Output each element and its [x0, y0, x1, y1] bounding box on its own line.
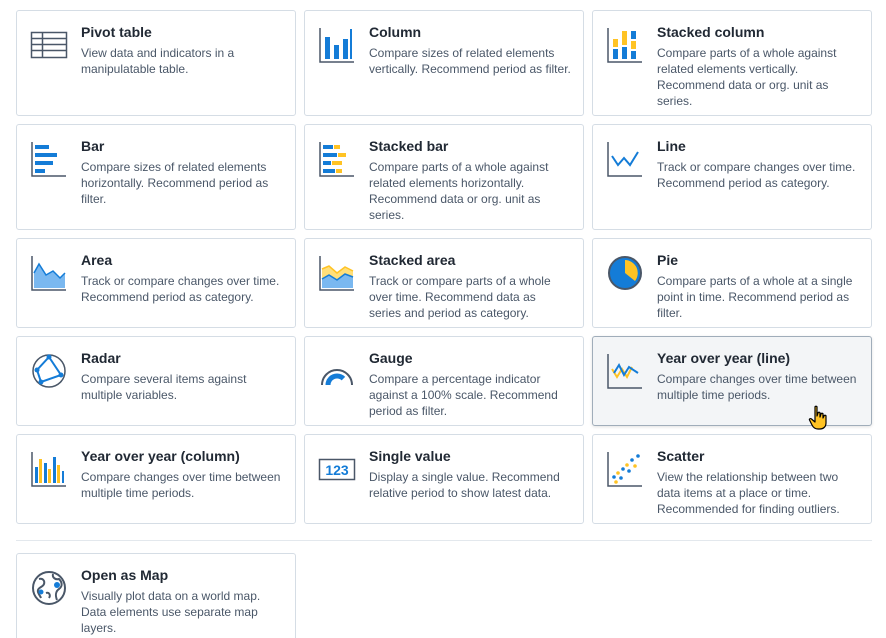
year-over-year-column-icon	[29, 449, 69, 489]
card-line[interactable]: Line Track or compare changes over time.…	[592, 124, 872, 230]
stacked-area-chart-icon	[317, 253, 357, 293]
bar-chart-icon	[29, 139, 69, 179]
card-bar[interactable]: Bar Compare sizes of related elements ho…	[16, 124, 296, 230]
card-description: Compare sizes of related elements horizo…	[81, 160, 269, 206]
card-single-value[interactable]: 123 Single value Display a single value.…	[304, 434, 584, 524]
column-chart-icon	[317, 25, 357, 65]
card-title: Year over year (column)	[81, 448, 240, 464]
stacked-column-chart-icon	[605, 25, 645, 65]
card-scatter[interactable]: Scatter View the relationship between tw…	[592, 434, 872, 524]
card-title: Bar	[81, 138, 105, 154]
card-title: Open as Map	[81, 567, 169, 583]
card-description: Track or compare changes over time. Reco…	[657, 160, 856, 190]
card-description: Display a single value. Recommend relati…	[369, 470, 560, 500]
scatter-chart-icon	[605, 449, 645, 489]
card-column[interactable]: Column Compare sizes of related elements…	[304, 10, 584, 116]
pie-chart-icon	[605, 253, 645, 293]
card-title: Line	[657, 138, 686, 154]
card-title: Single value	[369, 448, 451, 464]
card-description: Compare parts of a whole at a single poi…	[657, 274, 853, 320]
card-title: Pie	[657, 252, 679, 268]
section-divider	[16, 540, 872, 541]
card-stacked-column[interactable]: Stacked column Compare parts of a whole …	[592, 10, 872, 116]
card-description: Compare parts of a whole against related…	[657, 46, 837, 108]
line-chart-icon	[605, 139, 645, 179]
card-area[interactable]: Area Track or compare changes over time.…	[16, 238, 296, 328]
visualization-type-grid: Pivot table View data and indicators in …	[16, 10, 872, 524]
card-description: Track or compare parts of a whole over t…	[369, 274, 551, 320]
card-description: Compare changes over time between multip…	[657, 372, 857, 402]
card-description: Visually plot data on a world map. Data …	[81, 589, 261, 635]
globe-map-icon	[29, 568, 69, 608]
card-description: Compare a percentage indicator against a…	[369, 372, 558, 418]
card-description: View the relationship between two data i…	[657, 470, 840, 516]
card-description: View data and indicators in a manipulata…	[81, 46, 235, 76]
card-pivot-table[interactable]: Pivot table View data and indicators in …	[16, 10, 296, 116]
card-title: Stacked bar	[369, 138, 449, 154]
card-stacked-bar[interactable]: Stacked bar Compare parts of a whole aga…	[304, 124, 584, 230]
card-year-over-year-line[interactable]: Year over year (line) Compare changes ov…	[592, 336, 872, 426]
card-title: Stacked area	[369, 252, 456, 268]
card-year-over-year-column[interactable]: Year over year (column) Compare changes …	[16, 434, 296, 524]
card-title: Stacked column	[657, 24, 765, 40]
card-description: Compare parts of a whole against related…	[369, 160, 549, 222]
card-description: Compare sizes of related elements vertic…	[369, 46, 571, 76]
card-title: Year over year (line)	[657, 350, 791, 366]
single-value-icon-text: 123	[325, 462, 349, 478]
radar-chart-icon	[29, 351, 69, 391]
card-radar[interactable]: Radar Compare several items against mult…	[16, 336, 296, 426]
gauge-chart-icon	[317, 351, 357, 391]
card-title: Area	[81, 252, 113, 268]
stacked-bar-chart-icon	[317, 139, 357, 179]
single-value-icon: 123	[317, 449, 357, 489]
card-stacked-area[interactable]: Stacked area Track or compare parts of a…	[304, 238, 584, 328]
card-title: Gauge	[369, 350, 413, 366]
card-description: Compare several items against multiple v…	[81, 372, 247, 402]
pivot-table-icon	[29, 25, 69, 65]
card-title: Radar	[81, 350, 121, 366]
card-description: Compare changes over time between multip…	[81, 470, 281, 500]
card-title: Column	[369, 24, 422, 40]
card-description: Track or compare changes over time. Reco…	[81, 274, 280, 304]
area-chart-icon	[29, 253, 69, 293]
year-over-year-line-icon	[605, 351, 645, 391]
card-open-as-map[interactable]: Open as Map Visually plot data on a worl…	[16, 553, 296, 638]
card-title: Scatter	[657, 448, 705, 464]
card-gauge[interactable]: Gauge Compare a percentage indicator aga…	[304, 336, 584, 426]
card-title: Pivot table	[81, 24, 152, 40]
card-pie[interactable]: Pie Compare parts of a whole at a single…	[592, 238, 872, 328]
